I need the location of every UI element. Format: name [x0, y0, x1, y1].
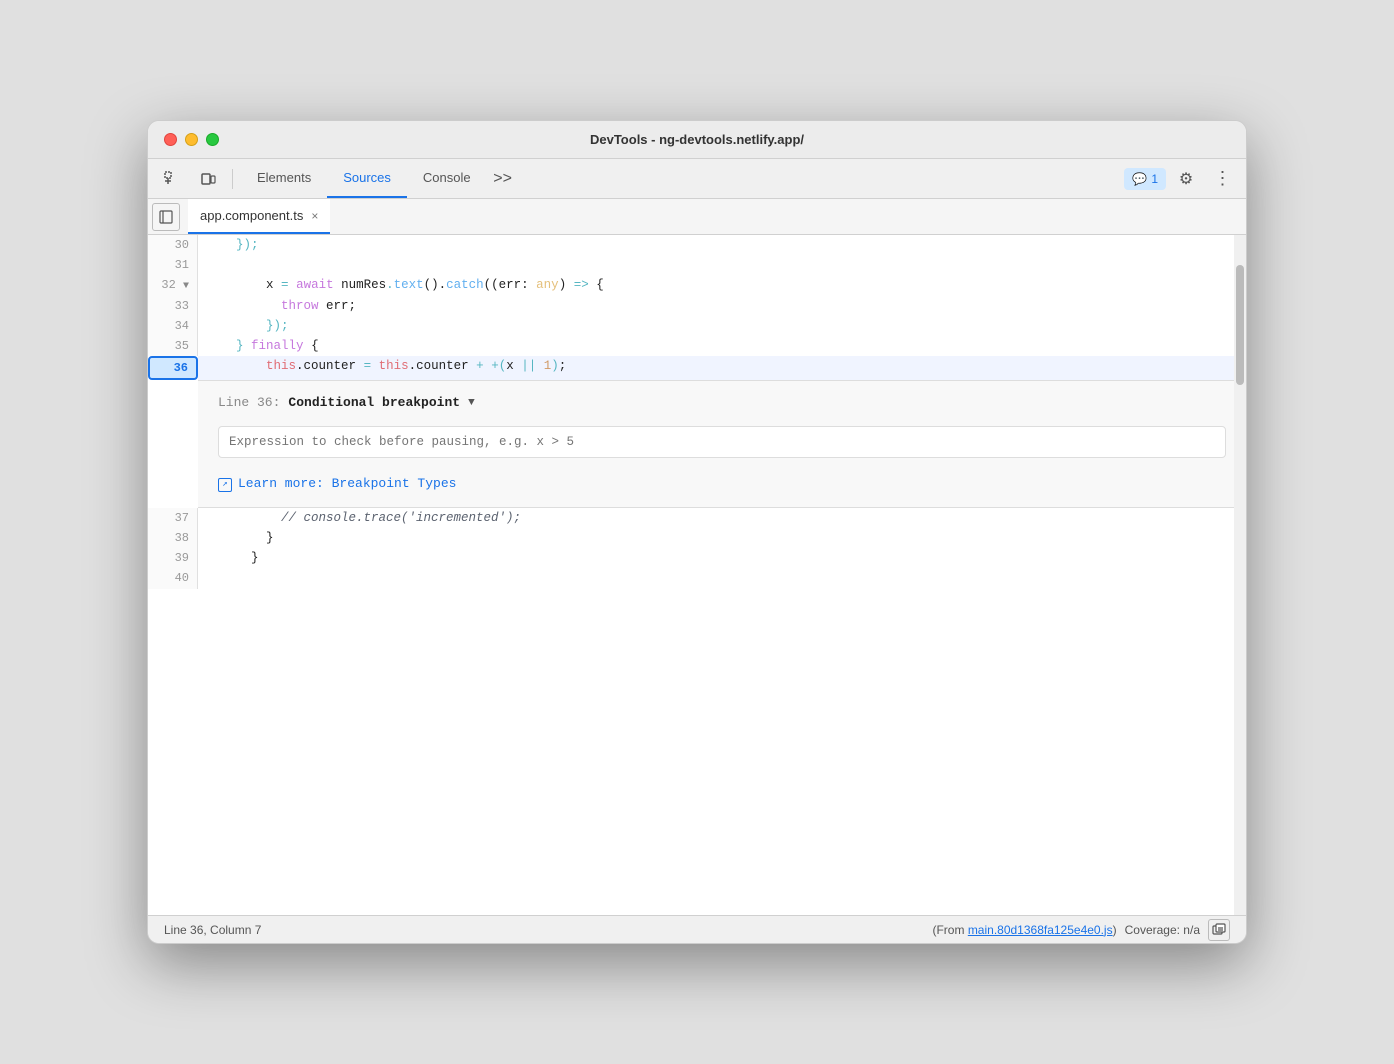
- window-title: DevTools - ng-devtools.netlify.app/: [590, 132, 804, 147]
- code-line-39: 39 }: [148, 548, 1246, 568]
- line-number-31[interactable]: 31: [148, 255, 198, 275]
- coverage-icon-button[interactable]: [1208, 919, 1230, 941]
- minimize-button[interactable]: [185, 133, 198, 146]
- coverage-icon: [1212, 923, 1226, 937]
- code-line-40: 40: [148, 568, 1246, 588]
- sidebar-toggle-button[interactable]: [152, 203, 180, 231]
- breakpoint-link-container: Learn more: Breakpoint Types: [218, 474, 1226, 495]
- code-line-38: 38 }: [148, 528, 1246, 548]
- code-line-31: 31: [148, 255, 1246, 275]
- code-line-34: 34 });: [148, 316, 1246, 336]
- scrollbar-track[interactable]: [1234, 235, 1246, 915]
- line-number-38[interactable]: 38: [148, 528, 198, 548]
- breakpoint-link-text: Learn more: Breakpoint Types: [238, 474, 456, 495]
- sidebar-icon: [159, 210, 173, 224]
- line-number-36[interactable]: 36: [148, 356, 198, 380]
- file-tab-bar: app.component.ts ×: [148, 199, 1246, 235]
- line-number-32[interactable]: 32 ▼: [148, 275, 198, 295]
- line-content-31: [198, 255, 1246, 275]
- inspect-icon: [164, 171, 180, 187]
- breakpoint-popup: Line 36: Conditional breakpoint ▼ Learn …: [198, 380, 1246, 508]
- code-editor[interactable]: 30 }); 31 32 ▼ x = await numRes.text().c…: [148, 235, 1246, 915]
- line-number-30[interactable]: 30: [148, 235, 198, 255]
- code-line-33: 33 throw err;: [148, 296, 1246, 316]
- scrollbar-thumb[interactable]: [1236, 265, 1244, 385]
- file-tab-name: app.component.ts: [200, 208, 303, 223]
- code-panel: 30 }); 31 32 ▼ x = await numRes.text().c…: [148, 235, 1246, 915]
- breakpoint-dropdown-arrow[interactable]: ▼: [468, 395, 475, 413]
- line-content-34: });: [198, 316, 1246, 336]
- breakpoint-line-label: Line 36:: [218, 393, 280, 414]
- code-lines: 30 }); 31 32 ▼ x = await numRes.text().c…: [148, 235, 1246, 589]
- line-content-35: } finally {: [198, 336, 1246, 356]
- source-file-link[interactable]: main.80d1368fa125e4e0.js: [968, 923, 1113, 937]
- main-content: 30 }); 31 32 ▼ x = await numRes.text().c…: [148, 235, 1246, 915]
- status-bar: Line 36, Column 7 (From main.80d1368fa12…: [148, 915, 1246, 943]
- line-content-36: this.counter = this.counter + +(x || 1);: [198, 356, 1246, 380]
- toolbar-tabs: Elements Sources Console >>: [241, 159, 1120, 198]
- device-toggle-button[interactable]: [192, 163, 224, 195]
- title-bar: DevTools - ng-devtools.netlify.app/: [148, 121, 1246, 159]
- breakpoint-header: Line 36: Conditional breakpoint ▼: [218, 393, 1226, 414]
- badge-count: 1: [1151, 172, 1158, 186]
- devtools-window: DevTools - ng-devtools.netlify.app/ Elem…: [147, 120, 1247, 944]
- line-content-32: x = await numRes.text().catch((err: any)…: [198, 275, 1246, 295]
- line-content-39: }: [198, 548, 1246, 568]
- line-content-33: throw err;: [198, 296, 1246, 316]
- breakpoint-expression-input[interactable]: [218, 426, 1226, 458]
- toolbar-separator: [232, 169, 233, 189]
- code-line-37: 37 // console.trace('incremented');: [148, 508, 1246, 528]
- main-toolbar: Elements Sources Console >> 💬 1 ⚙ ⋮: [148, 159, 1246, 199]
- device-icon: [200, 171, 216, 187]
- close-button[interactable]: [164, 133, 177, 146]
- from-label: (From main.80d1368fa125e4e0.js): [932, 923, 1116, 937]
- line-content-37: // console.trace('incremented');: [198, 508, 1246, 528]
- breakpoint-popup-row: Line 36: Conditional breakpoint ▼ Learn …: [148, 380, 1246, 508]
- tab-elements[interactable]: Elements: [241, 159, 327, 198]
- tab-sources[interactable]: Sources: [327, 159, 407, 198]
- inspect-element-button[interactable]: [156, 163, 188, 195]
- file-tab-app-component[interactable]: app.component.ts ×: [188, 199, 330, 234]
- line-number-34[interactable]: 34: [148, 316, 198, 336]
- toolbar-right: 💬 1 ⚙ ⋮: [1124, 163, 1238, 195]
- code-line-32: 32 ▼ x = await numRes.text().catch((err:…: [148, 275, 1246, 295]
- badge-icon: 💬: [1132, 172, 1147, 186]
- breakpoint-learn-more-link[interactable]: Learn more: Breakpoint Types: [218, 474, 1226, 495]
- line-content-40: [198, 568, 1246, 588]
- ellipsis-icon: ⋮: [1214, 168, 1231, 189]
- code-line-35: 35 } finally {: [148, 336, 1246, 356]
- line-number-33[interactable]: 33: [148, 296, 198, 316]
- settings-button[interactable]: ⚙: [1170, 163, 1202, 195]
- line-number-39[interactable]: 39: [148, 548, 198, 568]
- more-tabs-button[interactable]: >>: [487, 163, 519, 195]
- breakpoint-type-value: Conditional breakpoint: [288, 393, 460, 414]
- line-number-40[interactable]: 40: [148, 568, 198, 588]
- external-link-icon: [218, 478, 232, 492]
- coverage-label: Coverage: n/a: [1125, 923, 1200, 937]
- code-line-36: 36 this.counter = this.counter + +(x || …: [148, 356, 1246, 380]
- status-bar-right: (From main.80d1368fa125e4e0.js) Coverage…: [932, 919, 1230, 941]
- line-number-35[interactable]: 35: [148, 336, 198, 356]
- line-content-38: }: [198, 528, 1246, 548]
- maximize-button[interactable]: [206, 133, 219, 146]
- traffic-lights: [164, 133, 219, 146]
- gear-icon: ⚙: [1179, 169, 1193, 189]
- more-menu-button[interactable]: ⋮: [1206, 163, 1238, 195]
- messages-badge-button[interactable]: 💬 1: [1124, 168, 1166, 190]
- cursor-position: Line 36, Column 7: [164, 923, 261, 937]
- tab-console[interactable]: Console: [407, 159, 487, 198]
- line-number-37[interactable]: 37: [148, 508, 198, 528]
- close-tab-icon[interactable]: ×: [311, 209, 318, 223]
- code-line-30: 30 });: [148, 235, 1246, 255]
- line-content-30: });: [198, 235, 1246, 255]
